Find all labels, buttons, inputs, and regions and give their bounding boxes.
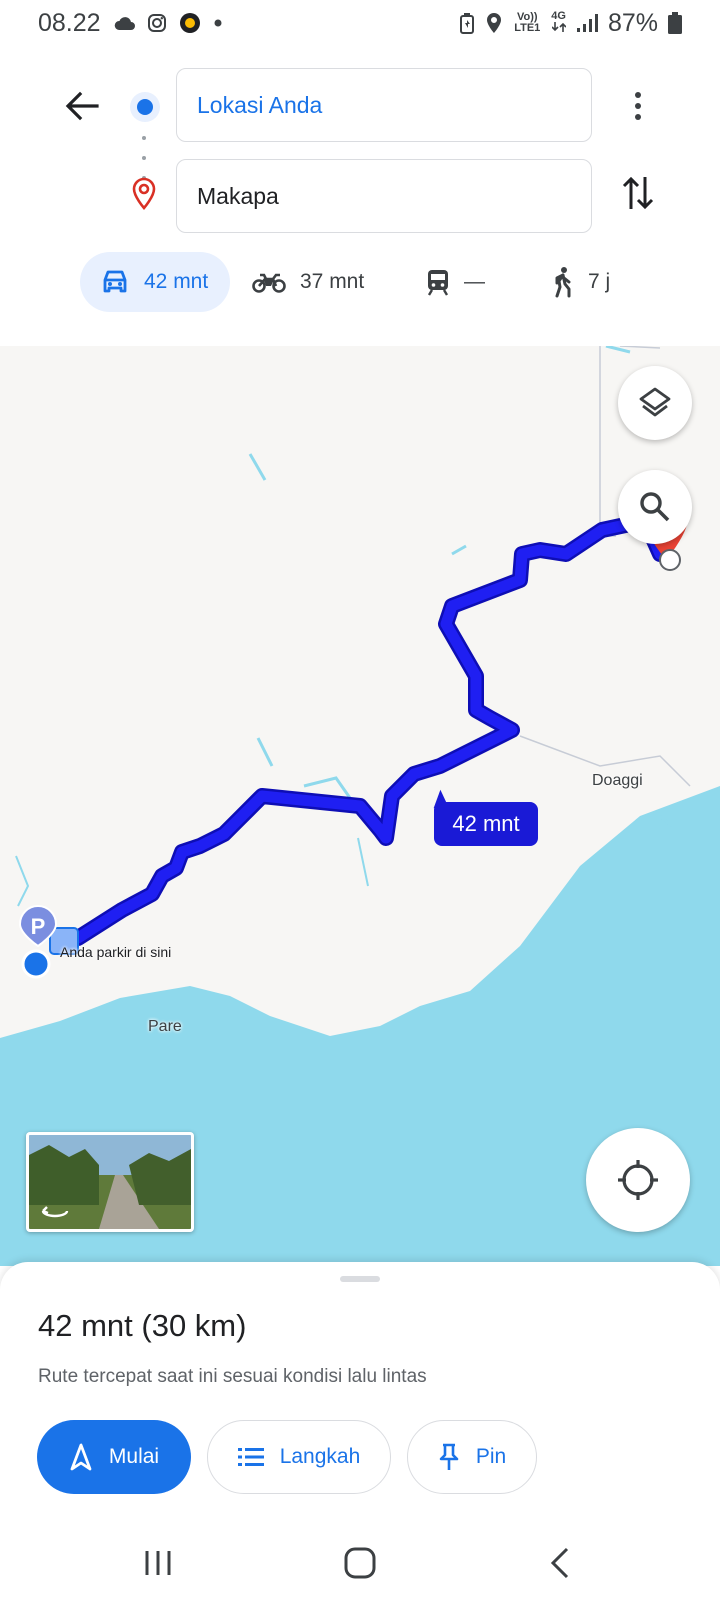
- mode-transit-label: —: [464, 270, 485, 293]
- swap-button[interactable]: [614, 168, 662, 218]
- river-5: [15, 855, 30, 907]
- boundary-line: [599, 346, 616, 537]
- map-canvas: P: [0, 346, 720, 1266]
- instagram-icon: [147, 13, 167, 33]
- route-duration-badge[interactable]: 42 mnt: [434, 802, 538, 846]
- search-along-route-button[interactable]: [618, 470, 692, 544]
- mode-walk-tab[interactable]: 7 j: [550, 252, 610, 312]
- volte-icon: Vo)) LTE1: [514, 11, 541, 34]
- search-icon: [640, 492, 670, 522]
- road-line-2: [619, 346, 661, 349]
- battery-percent: 87%: [607, 8, 658, 37]
- layers-button[interactable]: [618, 366, 692, 440]
- start-navigation-button[interactable]: Mulai: [37, 1420, 191, 1494]
- steps-label: Langkah: [279, 1445, 361, 1468]
- pin-label: Pin: [475, 1445, 507, 1468]
- system-navigation-bar: [0, 1524, 720, 1600]
- net-type-label: 4G: [551, 10, 566, 22]
- app-notification-icon: [179, 12, 201, 34]
- back-button[interactable]: [58, 82, 106, 130]
- motorcycle-icon: [252, 273, 286, 293]
- chevron-left-icon: [550, 1547, 569, 1579]
- battery-icon: [668, 12, 682, 34]
- parking-label: Anda parkir di sini: [60, 944, 172, 960]
- route-connector-dots: [142, 136, 146, 180]
- current-location-dot: [21, 949, 51, 979]
- destination-field[interactable]: Makapa: [176, 159, 592, 233]
- start-label: Mulai: [108, 1445, 160, 1468]
- list-icon: [237, 1448, 264, 1466]
- navigation-arrow-icon: [70, 1443, 92, 1471]
- status-time: 08.22: [38, 8, 101, 37]
- parking-letter: P: [31, 914, 46, 939]
- river-2: [256, 737, 274, 767]
- mode-car-label: 42 mnt: [144, 270, 209, 293]
- recents-icon: [145, 1551, 171, 1575]
- cloud-icon: [113, 15, 135, 31]
- route-summary-title: 42 mnt (30 km): [38, 1308, 247, 1343]
- sheet-drag-handle[interactable]: [340, 1276, 380, 1282]
- battery-saver-icon: [459, 12, 475, 34]
- map-view[interactable]: P Doaggi Pare Anda parkir di sini 42 mnt: [0, 346, 720, 1266]
- arrow-back-icon: [65, 91, 99, 121]
- system-back-button[interactable]: [530, 1538, 590, 1588]
- river-4: [357, 837, 369, 887]
- walk-icon: [555, 267, 571, 298]
- origin-field[interactable]: Lokasi Anda: [176, 68, 592, 142]
- dot-icon: [213, 18, 223, 28]
- destination-pin-icon: [128, 176, 160, 212]
- layers-icon: [639, 387, 671, 417]
- crosshair-icon: [618, 1160, 658, 1200]
- directions-header: Lokasi Anda Makapa 42 mnt 37 mnt — 7 j: [0, 46, 720, 346]
- mode-motorcycle-tab[interactable]: 37 mnt: [252, 252, 364, 312]
- pin-icon: [439, 1443, 459, 1470]
- river-6: [451, 544, 467, 556]
- status-bar: 08.22 Vo)) LTE1 4G 87%: [0, 0, 720, 46]
- river-1: [248, 453, 267, 481]
- data-arrows-icon: 4G: [551, 10, 567, 35]
- route-summary-subtitle: Rute tercepat saat ini sesuai kondisi la…: [38, 1366, 427, 1387]
- mode-motorcycle-label: 37 mnt: [300, 270, 365, 293]
- more-options-button[interactable]: [618, 82, 658, 130]
- place-label-doaggi: Doaggi: [592, 772, 643, 789]
- recents-button[interactable]: [128, 1538, 188, 1588]
- mode-walk-label: 7 j: [588, 270, 611, 293]
- my-location-button[interactable]: [586, 1128, 690, 1232]
- swap-vertical-icon: [622, 176, 654, 210]
- place-label-pare: Pare: [148, 1018, 182, 1035]
- signal-icon: [576, 13, 598, 33]
- route-summary-sheet[interactable]: 42 mnt (30 km) Rute tercepat saat ini se…: [0, 1262, 720, 1524]
- steps-button[interactable]: Langkah: [207, 1420, 391, 1494]
- home-button[interactable]: [330, 1538, 390, 1588]
- car-icon: [103, 270, 127, 293]
- train-icon: [427, 270, 449, 296]
- travel-modes: 42 mnt 37 mnt — 7 j: [0, 252, 720, 312]
- origin-dot-icon: [130, 92, 160, 122]
- mode-car-tab[interactable]: 42 mnt: [80, 252, 230, 312]
- home-icon: [344, 1547, 376, 1579]
- street-view-thumbnail[interactable]: [26, 1132, 194, 1232]
- location-icon: [485, 12, 503, 34]
- mode-transit-tab[interactable]: —: [426, 252, 485, 312]
- pin-button[interactable]: Pin: [407, 1420, 537, 1494]
